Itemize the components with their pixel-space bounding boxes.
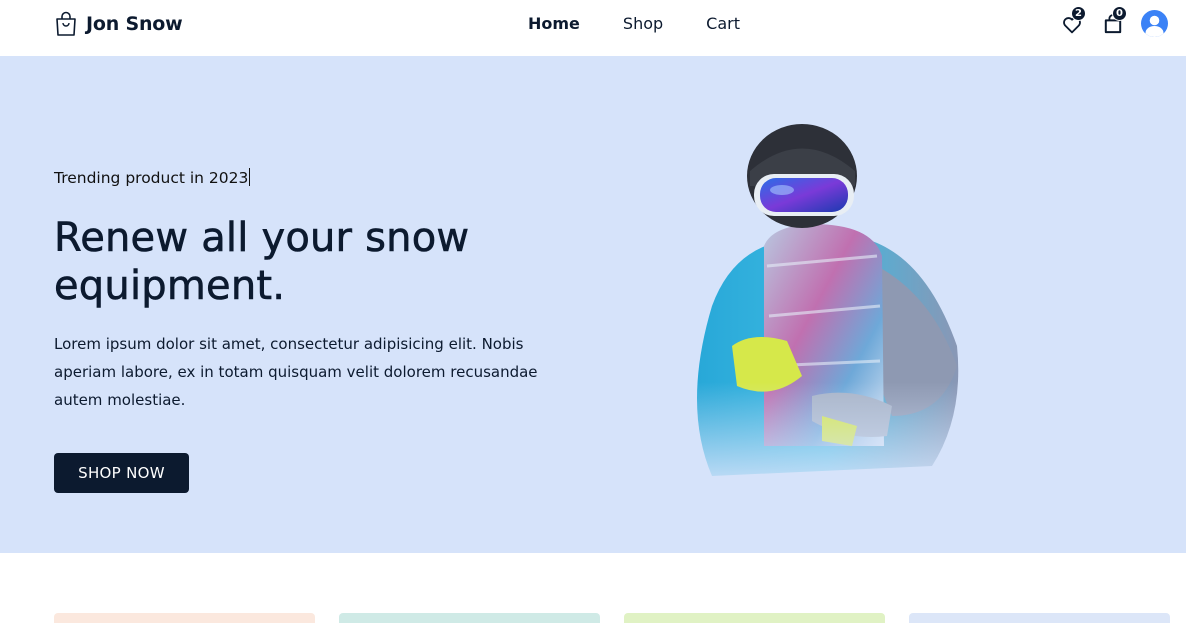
hero-description: Lorem ipsum dolor sit amet, consectetur … xyxy=(54,335,538,409)
category-card[interactable] xyxy=(624,613,885,623)
category-card[interactable] xyxy=(909,613,1170,623)
category-card[interactable] xyxy=(339,613,600,623)
hero-section: Trending product in 2023 Renew all your … xyxy=(0,56,1186,553)
snowboarder-image xyxy=(672,116,972,496)
header-actions: 2 0 xyxy=(1057,6,1168,40)
nav-home[interactable]: Home xyxy=(528,14,580,33)
text-caret xyxy=(249,168,251,186)
user-avatar-icon[interactable] xyxy=(1141,9,1168,37)
wishlist-count-badge: 2 xyxy=(1071,6,1086,21)
brand-logo[interactable]: Jon Snow xyxy=(54,11,183,37)
cart-icon-button[interactable]: 0 xyxy=(1098,6,1127,40)
nav-cart[interactable]: Cart xyxy=(706,14,740,33)
main-nav: Home Shop Cart xyxy=(528,14,740,33)
brand-name: Jon Snow xyxy=(86,13,183,35)
shop-now-button[interactable]: SHOP NOW xyxy=(54,453,189,493)
shopping-bag-icon xyxy=(54,11,78,37)
cart-count-badge: 0 xyxy=(1112,6,1127,21)
hero-headline: Renew all your snow equipment. xyxy=(54,215,470,310)
category-card[interactable] xyxy=(54,613,315,623)
site-header: Jon Snow Home Shop Cart 2 0 xyxy=(0,0,1186,56)
nav-shop[interactable]: Shop xyxy=(623,14,663,33)
hero-tagline-text: Trending product in 2023 xyxy=(54,169,249,187)
hero-tagline: Trending product in 2023 xyxy=(54,168,251,187)
wishlist-button[interactable]: 2 xyxy=(1057,6,1086,40)
